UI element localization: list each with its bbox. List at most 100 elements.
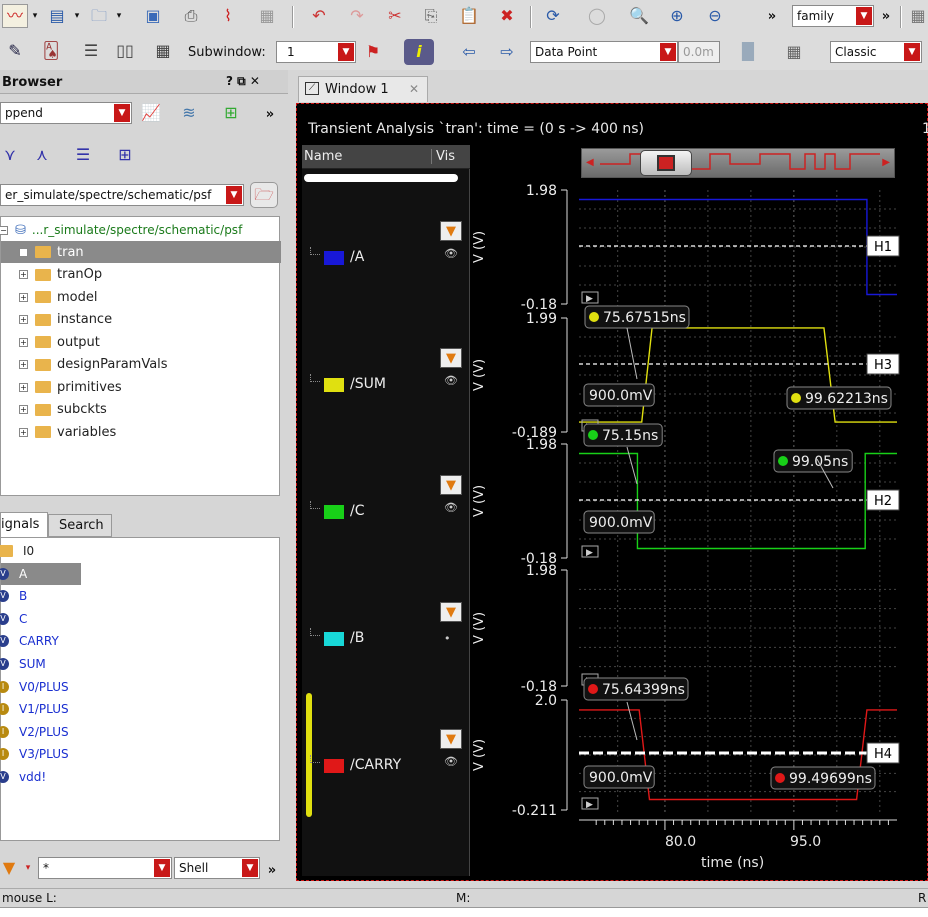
point-marker-label[interactable]: 900.0mV <box>583 383 655 407</box>
list-icon[interactable]: ☰ <box>72 144 94 166</box>
waveform-window-icon[interactable]: 〰 <box>2 4 28 28</box>
zoom-in-icon[interactable]: ⊕ <box>664 4 690 28</box>
funnel-icon[interactable]: ▼ <box>0 857 18 879</box>
point-marker-label[interactable]: 99.05ns <box>773 449 853 473</box>
family-combo[interactable]: family ▼ <box>792 5 874 27</box>
tree-root[interactable]: − ⛁ ...r_simulate/spectre/schematic/psf <box>0 219 281 241</box>
tree-item[interactable]: + variables <box>1 421 281 443</box>
chevron-down-icon[interactable]: ▼ <box>338 43 354 61</box>
signal-item[interactable]: I V3/PLUS <box>0 743 261 765</box>
more-chevron-icon[interactable]: » <box>762 6 782 26</box>
stack-horizontal-icon[interactable]: ☰ <box>80 38 102 64</box>
cards-icon[interactable]: 🂡 <box>38 38 64 64</box>
tree-item[interactable]: + tranOp <box>1 264 281 286</box>
table-icon[interactable]: ▦ <box>254 4 280 28</box>
dropdown-arrow-icon[interactable]: ▾ <box>22 860 34 876</box>
datapoint-combo[interactable]: Data Point ▼ <box>530 41 678 63</box>
chevron-down-icon[interactable]: ▼ <box>114 104 130 122</box>
point-marker-label[interactable]: 900.0mV <box>583 510 655 534</box>
more-chevron-icon[interactable]: » <box>876 6 896 26</box>
arrow-left-icon[interactable]: ⇦ <box>456 40 482 64</box>
point-marker-label[interactable]: 75.67515ns <box>584 305 690 329</box>
chevron-down-icon[interactable]: ▼ <box>660 43 676 61</box>
cut-icon[interactable]: ✂ <box>382 4 408 28</box>
filter-field[interactable]: * ▼ <box>38 857 172 879</box>
signal-item[interactable]: V SUM <box>0 653 261 675</box>
point-marker-label[interactable]: 900.0mV <box>583 765 655 789</box>
tree-item[interactable]: + designParamVals <box>1 354 281 376</box>
delete-icon[interactable]: ✖ <box>494 4 520 28</box>
open-folder-icon[interactable]: 🗀 <box>86 4 112 28</box>
navigator-thumb[interactable] <box>640 150 692 176</box>
stack-vertical-icon[interactable]: ▯▯ <box>114 38 136 64</box>
calculator-icon[interactable]: ▦ <box>782 40 806 64</box>
filter-icon[interactable]: ⋎ <box>0 144 20 166</box>
tree-item[interactable]: + output <box>1 331 281 353</box>
tab-signals[interactable]: ignals <box>0 512 48 537</box>
expand-icon[interactable]: + <box>19 270 28 279</box>
overview-navigator[interactable]: ◀ ▶ <box>581 148 895 178</box>
dropdown-arrow-icon[interactable]: ▾ <box>30 8 40 24</box>
chevron-down-icon[interactable]: ▼ <box>856 7 872 25</box>
paste-icon[interactable]: 📋 <box>456 4 482 28</box>
tree-item[interactable]: + subckts <box>1 399 281 421</box>
chevron-down-icon[interactable]: ▼ <box>226 186 242 204</box>
zoom-out-icon[interactable]: ⊖ <box>702 4 728 28</box>
undo-icon[interactable]: ↶ <box>306 4 332 28</box>
path-combo[interactable]: er_simulate/spectre/schematic/psf ▼ <box>0 184 244 206</box>
expand-icon[interactable]: + <box>19 247 28 257</box>
more-chevron-icon[interactable]: » <box>264 860 280 880</box>
point-marker-label[interactable]: 75.15ns <box>583 423 663 447</box>
tree-item[interactable]: + model <box>1 286 281 308</box>
copy-icon[interactable]: ⎘ <box>418 4 444 28</box>
signal-item[interactable]: VB <box>0 585 261 607</box>
bar-chart-icon[interactable]: ▐▌ <box>728 40 768 64</box>
plot-icon[interactable]: 📈 <box>138 100 164 126</box>
stop-icon[interactable]: ◯ <box>584 4 610 28</box>
expand-icon[interactable]: + <box>19 315 28 324</box>
signal-item[interactable]: VA <box>0 562 81 585</box>
expand-icon[interactable]: + <box>19 360 28 369</box>
tree-item[interactable]: + primitives <box>1 376 281 398</box>
chevron-down-icon[interactable]: ▼ <box>242 859 258 877</box>
info-icon[interactable]: i <box>404 39 434 65</box>
tree-item[interactable]: + tran <box>1 241 281 263</box>
flag-icon[interactable]: ⚑ <box>362 40 384 64</box>
collapse-icon[interactable]: − <box>0 225 8 235</box>
new-window-icon[interactable]: ▤ <box>44 4 70 28</box>
subwindow-combo[interactable]: 1 ▼ <box>276 41 356 63</box>
overlay-plot-icon[interactable]: ≋ <box>176 100 202 126</box>
signal-item[interactable]: I V1/PLUS <box>0 698 261 720</box>
point-marker-label[interactable]: 99.62213ns <box>786 386 892 410</box>
signal-item[interactable]: I V0/PLUS <box>0 676 261 698</box>
grid-icon[interactable]: ▦ <box>908 4 928 28</box>
more-chevron-icon[interactable]: » <box>262 104 278 124</box>
signal-item[interactable]: V CARRY <box>0 630 261 652</box>
save-icon[interactable]: ▣ <box>140 4 166 28</box>
signal-item[interactable]: Vvdd! <box>0 766 261 788</box>
expand-icon[interactable]: + <box>19 405 28 414</box>
subwindow-grid-icon[interactable]: ▦ <box>150 38 176 64</box>
arrow-right-icon[interactable]: ⇨ <box>494 40 520 64</box>
table-export-icon[interactable]: ⊞ <box>218 100 244 126</box>
point-marker-label[interactable]: 99.49699ns <box>770 766 876 790</box>
waveform-plot[interactable]: Transient Analysis `tran': time = (0 s -… <box>296 103 928 881</box>
chevron-down-icon[interactable]: ▼ <box>904 43 920 61</box>
dropdown-arrow-icon[interactable]: ▾ <box>114 8 124 24</box>
browser-title-buttons[interactable]: ? ⧉ ✕ <box>226 74 260 89</box>
waveform-chart-svg[interactable]: 1.98-0.18V (V)H1▶1.99-0.189V (V)H3▶1.98-… <box>297 104 928 882</box>
chevron-down-icon[interactable]: ▼ <box>154 859 170 877</box>
zoom-fit-icon[interactable]: 🔍 <box>626 4 652 28</box>
command-line[interactable] <box>0 907 928 917</box>
offset-field[interactable]: 0.0m <box>678 41 720 63</box>
tab-window-1[interactable]: ⟋ Window 1 ✕ <box>298 76 428 102</box>
expand-icon[interactable]: + <box>19 292 28 302</box>
dropdown-arrow-icon[interactable]: ▾ <box>72 8 82 24</box>
style-combo[interactable]: Classic ▼ <box>830 41 922 63</box>
signal-item[interactable]: I0 <box>0 540 261 562</box>
expand-icon[interactable]: + <box>19 427 28 437</box>
probe-icon[interactable]: ✎ <box>2 38 28 64</box>
redo-icon[interactable]: ↷ <box>344 4 370 28</box>
expand-icon[interactable]: + <box>19 337 28 347</box>
print-icon[interactable]: ⎙ <box>178 4 204 28</box>
